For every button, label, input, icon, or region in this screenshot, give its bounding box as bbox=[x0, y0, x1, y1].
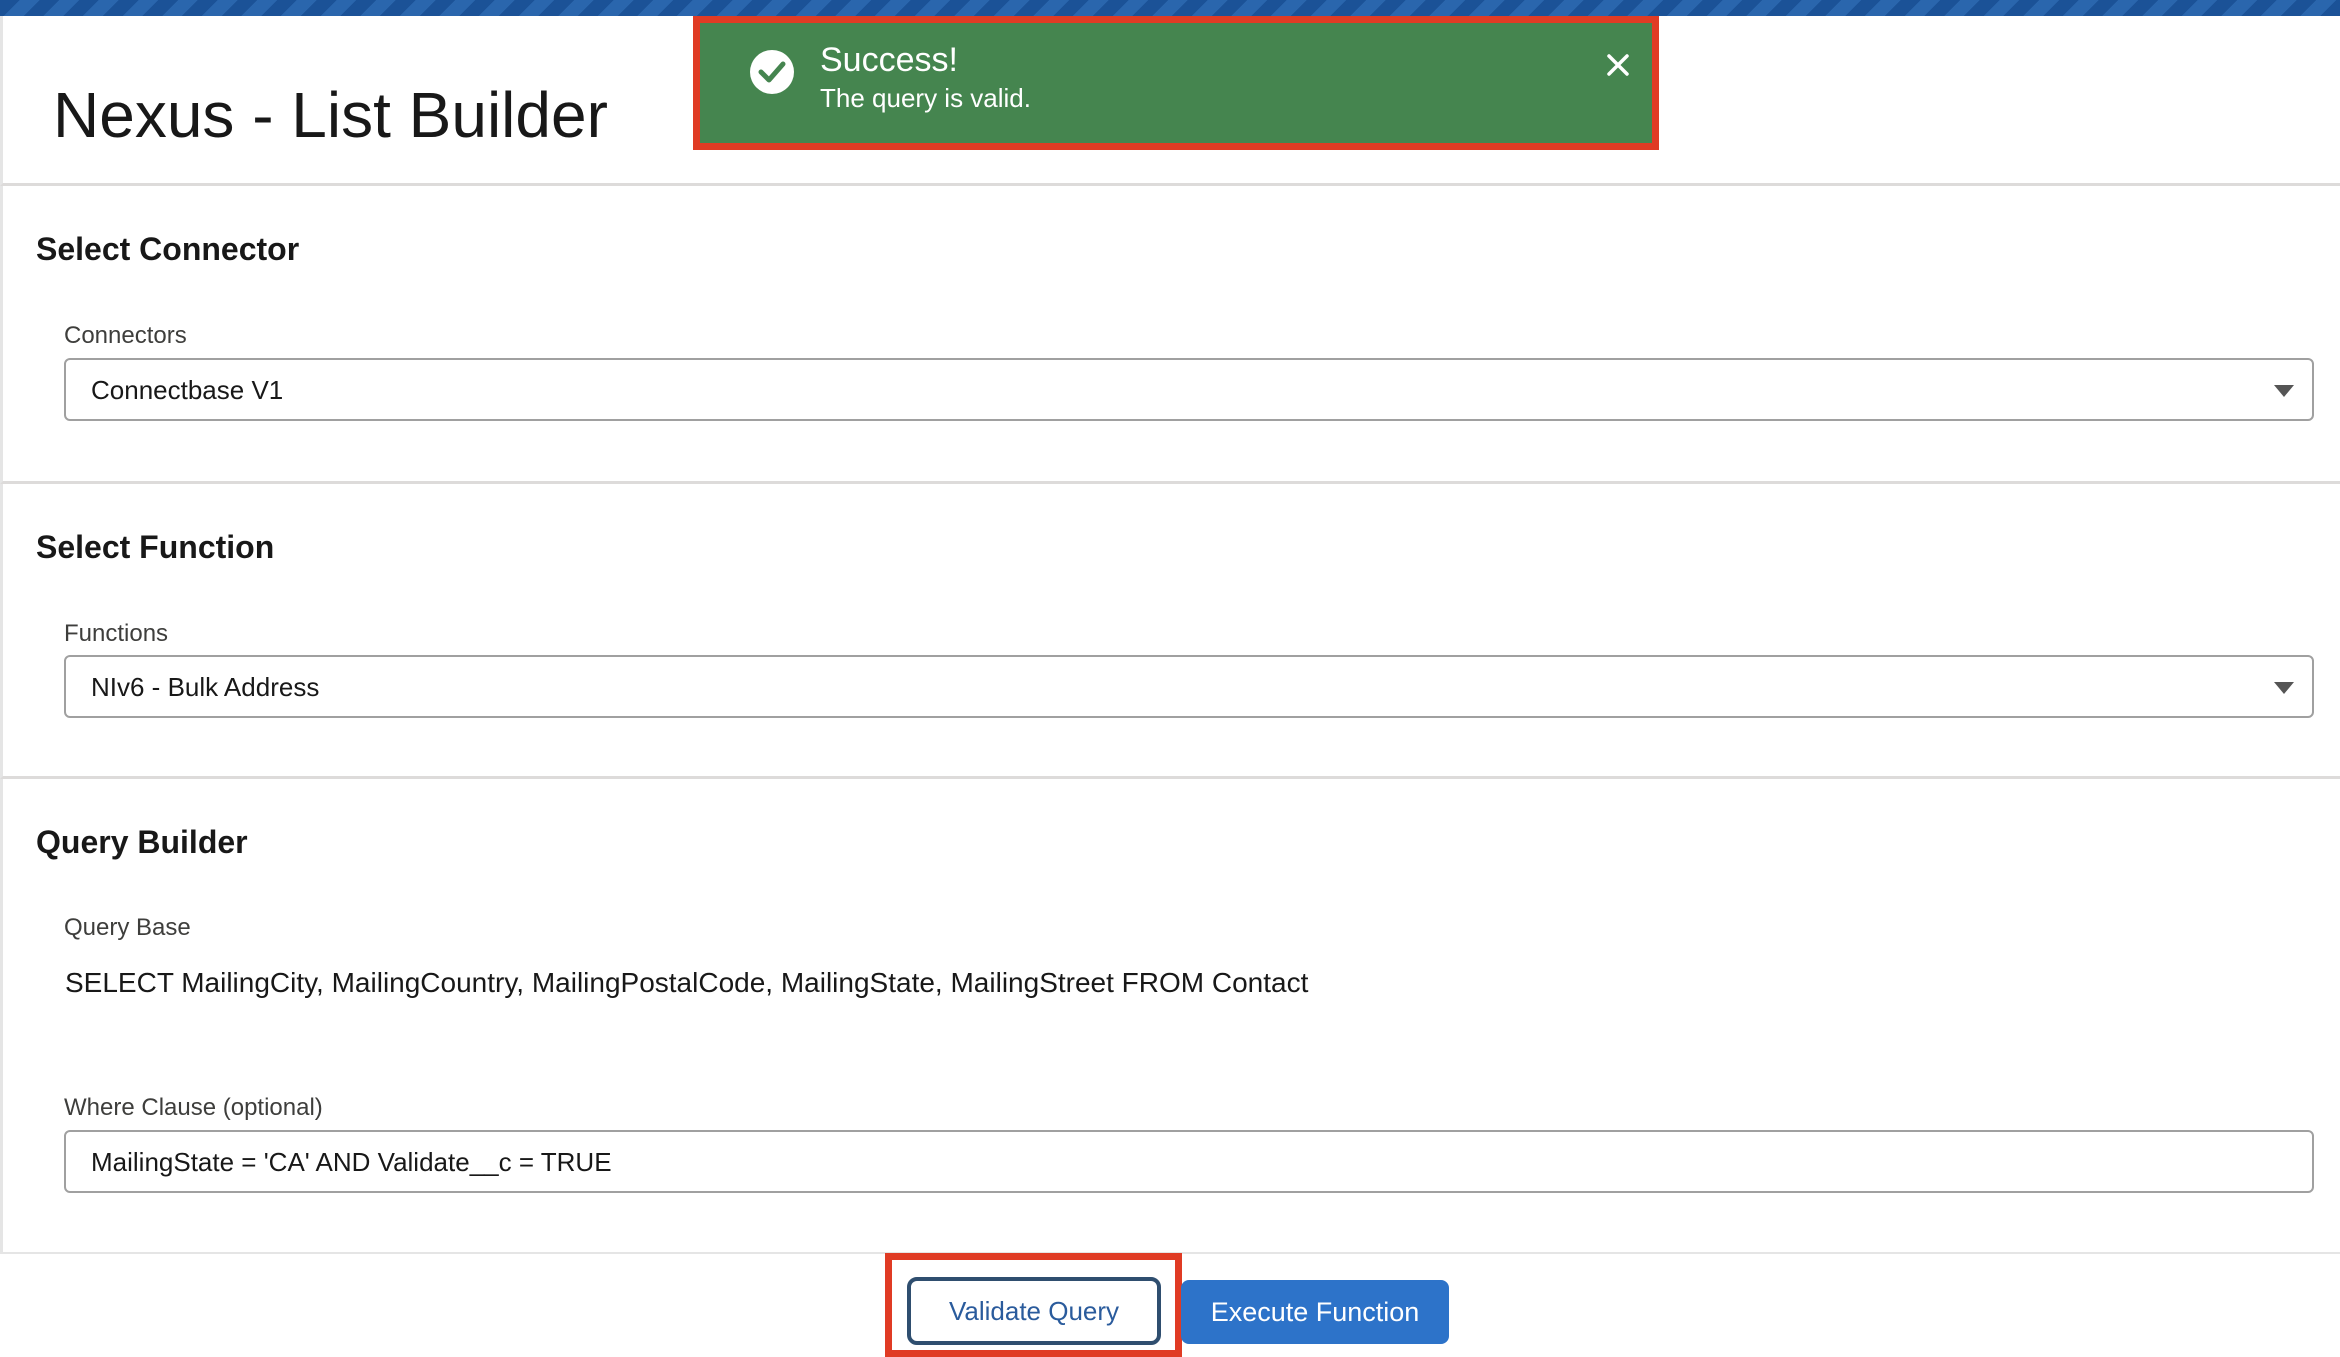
chevron-down-icon bbox=[2274, 385, 2294, 397]
success-toast: Success! The query is valid. bbox=[693, 16, 1659, 150]
functions-selected-value: NIv6 - Bulk Address bbox=[91, 672, 320, 702]
page-title: Nexus - List Builder bbox=[53, 79, 608, 151]
toast-message: The query is valid. bbox=[820, 83, 1031, 113]
functions-combobox[interactable]: NIv6 - Bulk Address bbox=[64, 655, 2314, 718]
close-icon[interactable] bbox=[1600, 47, 1636, 83]
select-connector-heading: Select Connector bbox=[36, 231, 300, 267]
select-function-section: Select Function Functions NIv6 - Bulk Ad… bbox=[0, 484, 2340, 779]
query-base-text: SELECT MailingCity, MailingCountry, Mail… bbox=[65, 967, 1309, 998]
list-builder-page: Nexus - List Builder Select Connector Co… bbox=[0, 16, 2340, 1357]
functions-label: Functions bbox=[64, 620, 169, 647]
check-circle-icon bbox=[750, 50, 794, 94]
where-clause-label: Where Clause (optional) bbox=[64, 1094, 323, 1121]
connectors-label: Connectors bbox=[64, 322, 187, 349]
where-clause-input[interactable]: MailingState = 'CA' AND Validate__c = TR… bbox=[64, 1130, 2314, 1193]
connectors-selected-value: Connectbase V1 bbox=[91, 375, 284, 405]
query-base-label: Query Base bbox=[64, 914, 191, 941]
query-builder-section: Query Builder Query Base SELECT MailingC… bbox=[0, 779, 2340, 1254]
execute-function-button[interactable]: Execute Function bbox=[1181, 1280, 1449, 1344]
toast-title: Success! bbox=[820, 41, 958, 79]
query-builder-heading: Query Builder bbox=[36, 824, 248, 860]
select-connector-section: Select Connector Connectors Connectbase … bbox=[0, 186, 2340, 484]
connectors-combobox[interactable]: Connectbase V1 bbox=[64, 358, 2314, 421]
validate-query-button[interactable]: Validate Query bbox=[907, 1277, 1161, 1345]
where-clause-value: MailingState = 'CA' AND Validate__c = TR… bbox=[91, 1147, 612, 1177]
chevron-down-icon bbox=[2274, 682, 2294, 694]
select-function-heading: Select Function bbox=[36, 529, 275, 565]
top-decorative-banner bbox=[0, 0, 2340, 16]
